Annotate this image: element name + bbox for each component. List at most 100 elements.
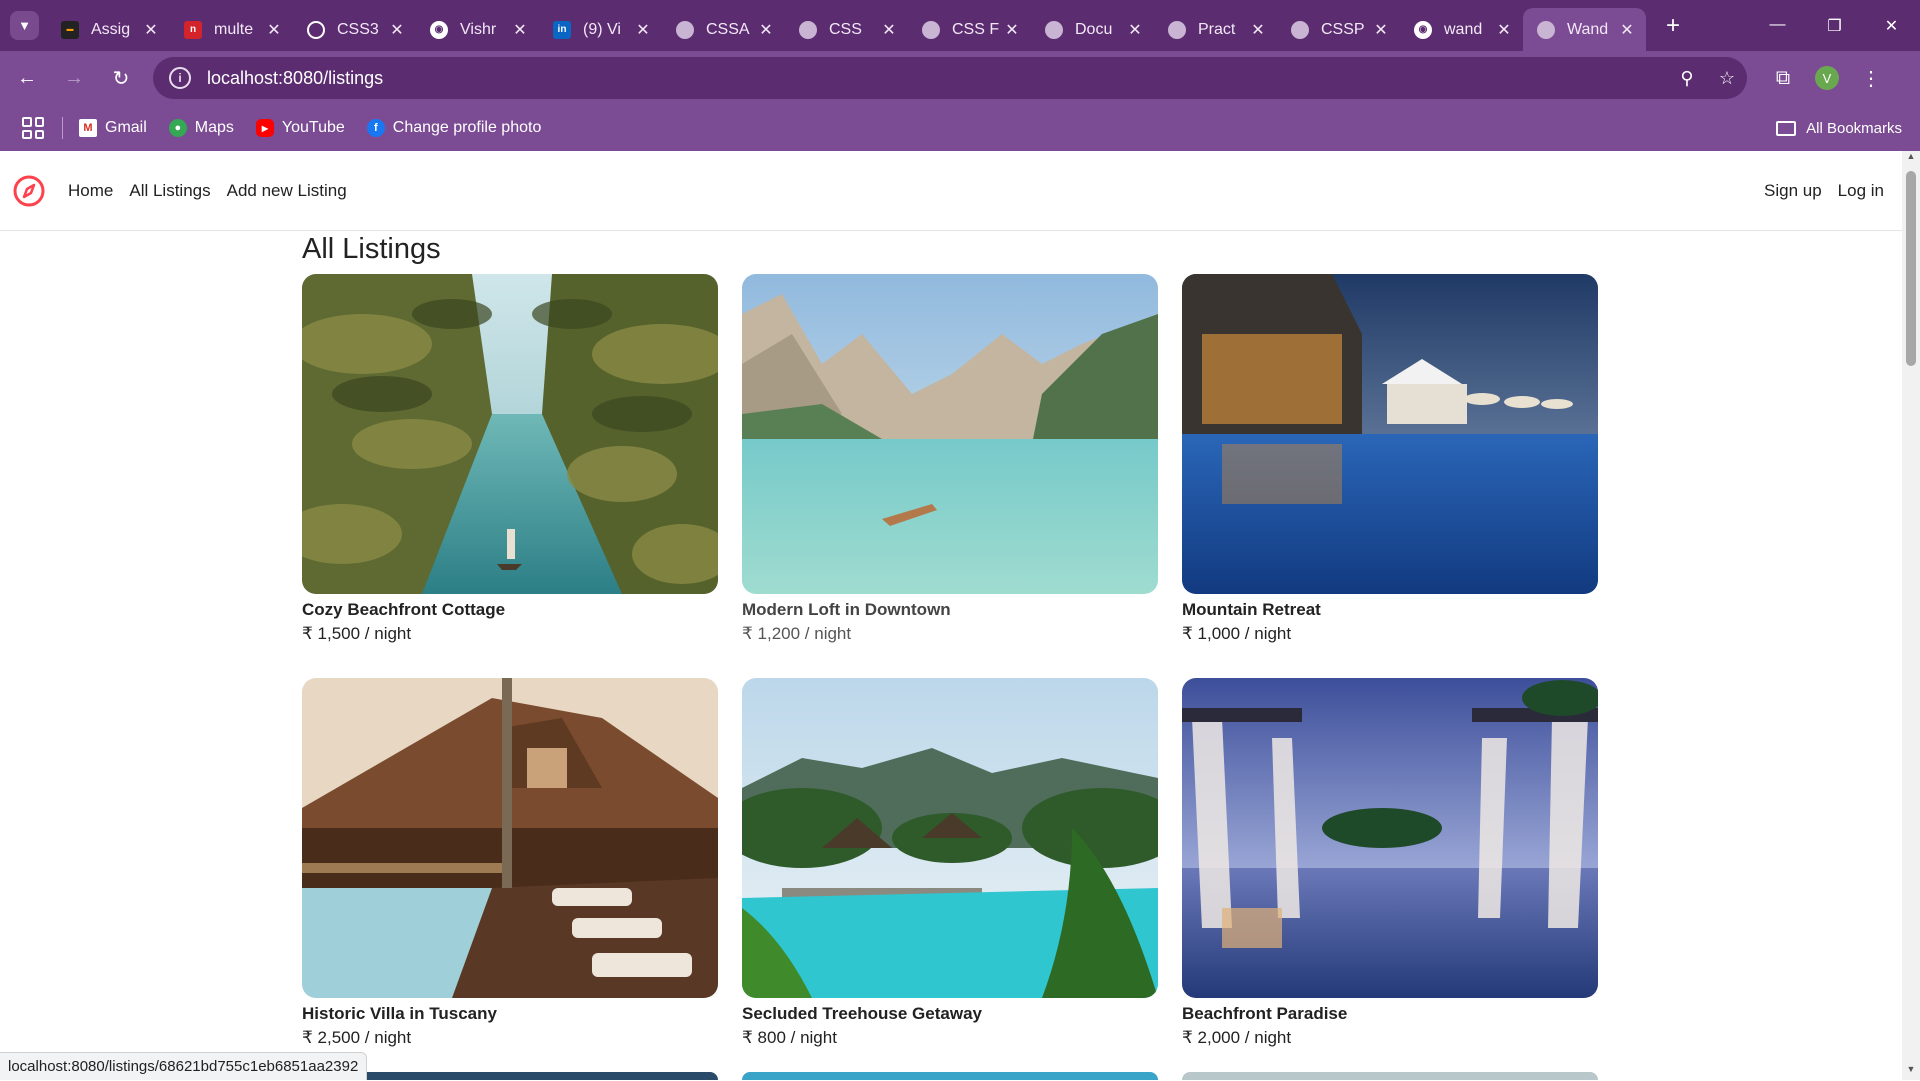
close-icon[interactable]: ✕ [1249,20,1267,40]
listing-title[interactable]: Mountain Retreat [1182,598,1598,622]
site-navbar: Home All Listings Add new Listing Sign u… [0,151,1902,231]
close-icon[interactable]: ✕ [511,20,529,40]
listing-price: ₹ 1,500 / night [302,624,412,643]
site-info-icon[interactable]: i [169,67,191,89]
zoom-icon[interactable]: ⚲ [1667,68,1707,89]
tab[interactable]: ▬ Assig ✕ [47,12,170,48]
tab[interactable]: CSS ✕ [785,12,908,48]
listing-card[interactable]: Modern Loft in Downtown ₹ 1,200 / night [742,274,1158,646]
tab[interactable]: Docu ✕ [1031,12,1154,48]
bookmark-label: Gmail [105,119,147,136]
linkedin-icon: in [553,20,571,39]
reload-button[interactable]: ↻ [101,58,141,98]
tab-title: wand [1444,20,1483,38]
listing-title[interactable]: Historic Villa in Tuscany [302,1002,718,1026]
login-link[interactable]: Log in [1838,181,1884,201]
extensions-icon[interactable]: ⧉ [1761,67,1805,90]
divider [62,117,63,139]
bookmark-star-icon[interactable]: ☆ [1707,68,1747,89]
tab[interactable]: ◉ Vishr ✕ [416,12,539,48]
gmail-icon: M [79,119,97,137]
tab-active[interactable]: Wand ✕ [1523,8,1646,51]
listing-card[interactable]: Beachfront Paradise ₹ 2,000 / night [1182,678,1598,1050]
tab[interactable]: n multe ✕ [170,12,293,48]
listing-image-partial[interactable] [1182,1072,1598,1080]
bookmark-gmail[interactable]: M Gmail [79,119,147,137]
tab-title: CSS F [952,20,1000,38]
tab-title: Assig [91,20,131,38]
close-icon[interactable]: ✕ [265,20,283,40]
close-icon[interactable]: ✕ [1495,20,1513,40]
listing-title[interactable]: Cozy Beachfront Cottage [302,598,718,622]
compass-icon[interactable] [12,174,46,208]
nav-add-listing-link[interactable]: Add new Listing [227,181,347,201]
forward-button[interactable]: → [54,58,94,98]
tab-strip: ▼ ▬ Assig ✕ n multe ✕ CSS3 ✕ ◉ Vishr ✕ i… [0,0,1920,51]
menu-icon[interactable]: ⋮ [1849,66,1893,91]
all-bookmarks-button[interactable]: All Bookmarks [1776,120,1902,137]
bookmark-change-profile-photo[interactable]: f Change profile photo [366,119,541,137]
listing-card[interactable]: Secluded Treehouse Getaway ₹ 800 / night [742,678,1158,1050]
github-icon: ◉ [1414,20,1432,39]
avatar[interactable]: V [1815,66,1839,90]
bookmark-maps[interactable]: ● Maps [168,119,234,137]
tab[interactable]: in (9) Vi ✕ [539,12,662,48]
auth-links: Sign up Log in [1748,181,1884,201]
listing-card[interactable]: Cozy Beachfront Cottage ₹ 1,500 / night [302,274,718,646]
bookmark-youtube[interactable]: ▶ YouTube [255,119,345,137]
tab[interactable]: CSSP ✕ [1277,12,1400,48]
page-viewport: Home All Listings Add new Listing Sign u… [0,151,1902,1080]
listing-card[interactable]: Historic Villa in Tuscany ₹ 2,500 / nigh… [302,678,718,1050]
close-icon[interactable]: ✕ [1126,20,1144,40]
listing-card[interactable]: Mountain Retreat ₹ 1,000 / night [1182,274,1598,646]
listing-title[interactable]: Secluded Treehouse Getaway [742,1002,1158,1026]
address-bar[interactable]: i localhost:8080/listings ⚲ ☆ [153,57,1747,99]
listing-image[interactable] [1182,678,1598,998]
tab[interactable]: CSS3 ✕ [293,12,416,48]
listing-image[interactable] [302,274,718,594]
close-icon[interactable]: ✕ [880,20,898,40]
close-icon[interactable]: ✕ [1372,20,1390,40]
listing-title[interactable]: Modern Loft in Downtown [742,598,1158,622]
listing-price: ₹ 800 / night [742,1028,837,1047]
close-icon[interactable]: ✕ [142,20,160,40]
scrollbar-thumb[interactable] [1906,171,1916,366]
url-text[interactable]: localhost:8080/listings [207,68,1667,89]
tab[interactable]: ◉ wand ✕ [1400,12,1523,48]
close-window-icon[interactable]: ✕ [1863,16,1920,36]
close-icon[interactable]: ✕ [1003,20,1021,40]
tab[interactable]: CSSA ✕ [662,12,785,48]
tab[interactable]: CSS F ✕ [908,12,1031,48]
main-content: All Listings Cozy Beachfront Cottage ₹ 1… [302,231,1602,1050]
openai-icon [307,20,325,39]
youtube-icon: ▶ [255,119,274,137]
listing-title[interactable]: Beachfront Paradise [1182,1002,1598,1026]
listing-image[interactable] [742,678,1158,998]
page-favicon-icon: ▬ [61,20,79,39]
page-scrollbar[interactable]: ▲ ▼ [1902,151,1920,1080]
close-icon[interactable]: ✕ [1618,20,1636,40]
nav-home-link[interactable]: Home [68,181,113,201]
nav-all-listings-link[interactable]: All Listings [129,181,210,201]
tab-title: CSSA [706,20,750,38]
close-icon[interactable]: ✕ [757,20,775,40]
listing-image[interactable] [742,274,1158,594]
listing-image-partial[interactable] [742,1072,1158,1080]
scroll-up-icon[interactable]: ▲ [1902,151,1920,167]
folder-icon [1776,120,1797,136]
facebook-icon: f [366,119,385,137]
listing-image[interactable] [302,678,718,998]
restore-icon[interactable]: ❐ [1806,16,1863,36]
signup-link[interactable]: Sign up [1764,181,1822,201]
listing-image[interactable] [1182,274,1598,594]
close-icon[interactable]: ✕ [388,20,406,40]
scroll-down-icon[interactable]: ▼ [1902,1064,1920,1080]
tab[interactable]: Pract ✕ [1154,12,1277,48]
apps-icon[interactable] [22,117,44,139]
back-button[interactable]: ← [7,58,47,98]
nav-links: Home All Listings Add new Listing [68,181,363,201]
tab-search-button[interactable]: ▼ [10,11,39,40]
new-tab-button[interactable]: + [1658,12,1688,40]
close-icon[interactable]: ✕ [634,20,652,40]
minimize-icon[interactable]: — [1749,16,1806,36]
